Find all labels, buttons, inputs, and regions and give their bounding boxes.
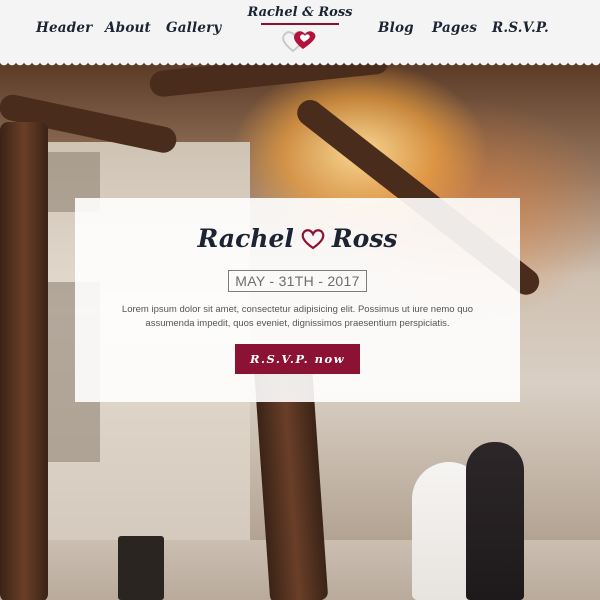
heart-outline-icon <box>301 228 325 249</box>
nav-link-blog[interactable]: Blog <box>378 20 414 36</box>
brand-name: Rachel & Ross <box>247 5 353 20</box>
hero-title-second-name: Ross <box>331 224 398 253</box>
nav-link-gallery[interactable]: Gallery <box>166 20 221 36</box>
hero-description: Lorem ipsum dolor sit amet, consectetur … <box>121 304 474 329</box>
nav-link-header[interactable]: Header <box>36 20 92 36</box>
nav-link-pages[interactable]: Pages <box>432 20 477 36</box>
hero-title: Rachel Ross <box>75 224 520 253</box>
hero-card: Rachel Ross MAY - 31TH - 2017 Lorem ipsu… <box>75 198 520 402</box>
site-header: Header About Gallery Rachel & Ross Blog … <box>0 0 600 68</box>
nav-link-about[interactable]: About <box>105 20 151 36</box>
double-heart-icon <box>282 31 316 53</box>
brand-divider <box>261 23 339 25</box>
rsvp-now-button[interactable]: R.S.V.P. now <box>235 344 360 374</box>
groom-figure <box>466 442 524 600</box>
trash-bin <box>118 536 164 600</box>
brand-logo[interactable]: Rachel & Ross <box>240 4 360 58</box>
tree-trunk <box>0 122 48 600</box>
wedding-date: MAY - 31TH - 2017 <box>228 270 367 292</box>
hero-title-first-name: Rachel <box>197 224 294 253</box>
nav-link-rsvp[interactable]: R.S.V.P. <box>492 20 549 36</box>
